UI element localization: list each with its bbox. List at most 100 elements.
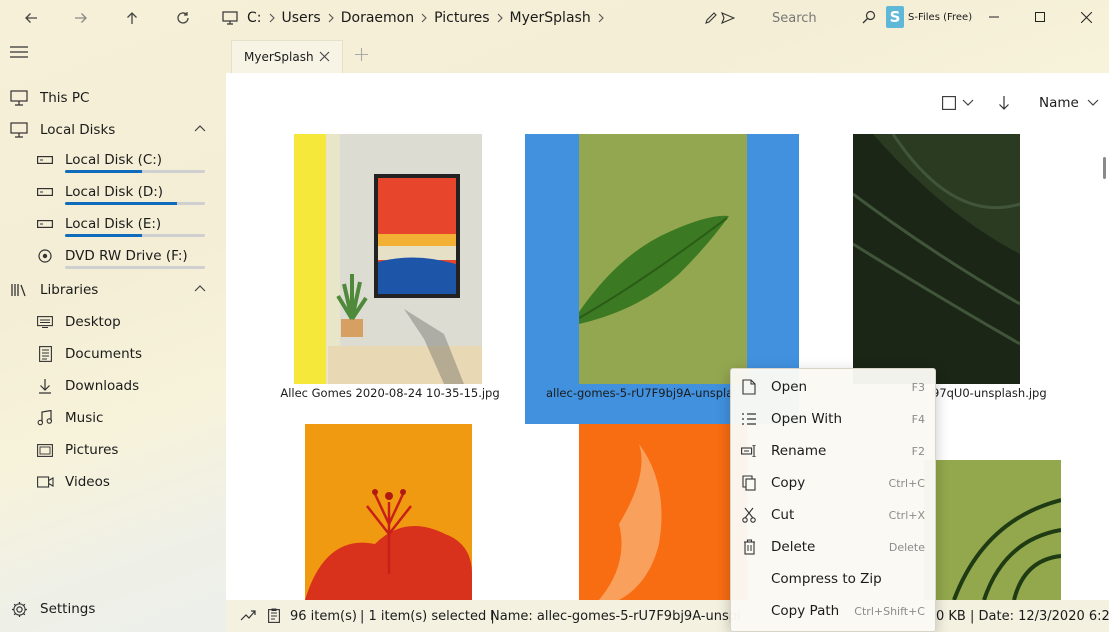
tab-close-icon[interactable] [319,51,330,62]
menu-item-shortcut: Ctrl+X [888,509,925,522]
chevron-right-icon[interactable] [594,13,608,23]
close-button[interactable] [1063,0,1109,34]
menu-item-cut[interactable]: Cut Ctrl+X [731,499,935,531]
chevron-up-icon[interactable] [194,284,206,292]
picture-icon [35,440,55,460]
file-thumbnail-allec-gomes-leaf[interactable] [579,134,747,384]
refresh-button[interactable] [168,5,198,31]
open-with-icon [741,411,757,427]
copy-icon [741,475,757,491]
disk-usage-fill [65,202,177,205]
file-name[interactable]: Allec Gomes 2020-08-24 10-35-15.jpg [270,386,510,400]
gear-icon [9,599,29,619]
sort-label: Name [1039,95,1079,111]
sidebar-item-this-pc[interactable]: This PC [0,83,226,113]
arrow-left-icon [25,13,37,23]
sidebar-item-pictures[interactable]: Pictures [0,435,226,465]
breadcrumb-item-pictures[interactable]: Pictures [431,10,492,26]
forward-button[interactable] [66,5,96,31]
file-thumbnail-orange-lily[interactable] [579,424,747,600]
disk-usage-bar [65,234,205,237]
menu-item-rename[interactable]: Rename F2 [731,435,935,467]
chevron-up-icon[interactable] [194,124,206,132]
status-file-name: Name: allec-gomes-5-rU7F9bj9A-unspl [490,609,741,624]
status-bar: 96 item(s) | 1 item(s) selected | Name: … [226,600,1109,632]
open-file-icon [741,379,757,395]
menu-item-label: Delete [771,539,816,555]
desktop-icon [35,312,55,332]
menu-item-label: Rename [771,443,827,459]
tab-myersplash[interactable]: MyerSplash [231,40,343,73]
new-tab-button[interactable] [355,48,368,61]
clipboard-icon[interactable] [268,608,280,623]
maximize-button[interactable] [1017,0,1063,34]
menu-item-delete[interactable]: Delete Delete [731,531,935,563]
file-name[interactable]: 97qU0-unsplash.jpg [932,386,1052,400]
sidebar-group-libraries[interactable]: Libraries [0,275,226,305]
plus-icon [355,48,368,61]
file-thumbnail-dark-leaf[interactable] [853,134,1020,384]
select-all-button[interactable] [942,93,974,113]
menu-item-open-with[interactable]: Open With F4 [731,403,935,435]
up-button[interactable] [117,5,147,31]
back-button[interactable] [16,5,46,31]
maximize-icon [1035,12,1045,22]
app-badge: S S-Files (Free) [886,6,972,28]
sidebar-item-label: Settings [40,601,96,617]
menu-item-label: Copy [771,475,806,491]
computer-icon [9,120,29,140]
hamburger-menu-button[interactable] [10,45,28,59]
sidebar-item-label: Local Disk (D:) [65,184,164,200]
breadcrumb-item-doraemon[interactable]: Doraemon [338,10,417,26]
disk-usage-bar [65,266,205,269]
sidebar: This PC Local Disks Local Disk (C:) Loca… [0,36,226,632]
file-thumbnail-orange-flower[interactable] [305,424,472,600]
sidebar-item-label: Local Disk (C:) [65,152,163,168]
sidebar-item-documents[interactable]: Documents [0,339,226,369]
sidebar-item-label: Local Disks [40,122,116,138]
menu-item-copy[interactable]: Copy Ctrl+C [731,467,935,499]
sidebar-item-label: This PC [40,90,90,106]
sort-by-dropdown[interactable]: Name [1039,93,1099,113]
search-icon[interactable] [862,10,876,24]
menu-item-open[interactable]: Open F3 [731,371,935,403]
file-name-selected[interactable]: allec-gomes-5-rU7F9bj9A-unspla [546,386,736,400]
menu-item-compress-to-zip[interactable]: Compress to Zip [731,563,935,595]
trend-icon[interactable] [240,609,256,621]
refresh-icon [177,12,189,24]
edit-path-button[interactable] [704,9,744,27]
sort-direction-button[interactable] [997,93,1011,113]
drive-icon [35,214,55,234]
arrow-right-icon [75,13,87,23]
trash-icon [741,539,757,555]
pencil-icon [705,12,717,24]
sidebar-item-settings[interactable]: Settings [0,594,226,624]
menu-item-label: Compress to Zip [771,571,882,587]
breadcrumb-item-myersplash[interactable]: MyerSplash [507,10,594,26]
document-icon [35,344,55,364]
sidebar-item-label: Local Disk (E:) [65,216,162,232]
sidebar-group-local-disks[interactable]: Local Disks [0,115,226,145]
sidebar-item-downloads[interactable]: Downloads [0,371,226,401]
chevron-right-icon [324,13,338,23]
file-thumbnail-allec-gomes-poster[interactable] [294,134,482,384]
search-input[interactable] [760,10,860,26]
search-box[interactable] [760,5,880,31]
scrollbar-thumb[interactable] [1103,157,1106,179]
file-thumbnail-green-fern[interactable] [924,460,1061,600]
sidebar-item-label: Videos [65,474,110,490]
breadcrumb-item-c[interactable]: C: [244,10,265,26]
menu-item-copy-path[interactable]: Copy Path Ctrl+Shift+C [731,595,935,627]
sidebar-item-videos[interactable]: Videos [0,467,226,497]
sidebar-item-label: Documents [65,346,142,362]
sidebar-item-music[interactable]: Music [0,403,226,433]
disc-icon [35,246,55,266]
sidebar-item-desktop[interactable]: Desktop [0,307,226,337]
disk-usage-bar [65,202,205,205]
breadcrumb-item-users[interactable]: Users [279,10,324,26]
menu-item-label: Open With [771,411,843,427]
tab-label: MyerSplash [244,50,314,64]
minimize-button[interactable] [971,0,1017,34]
sidebar-item-label: Music [65,410,104,426]
computer-icon[interactable] [222,11,238,25]
